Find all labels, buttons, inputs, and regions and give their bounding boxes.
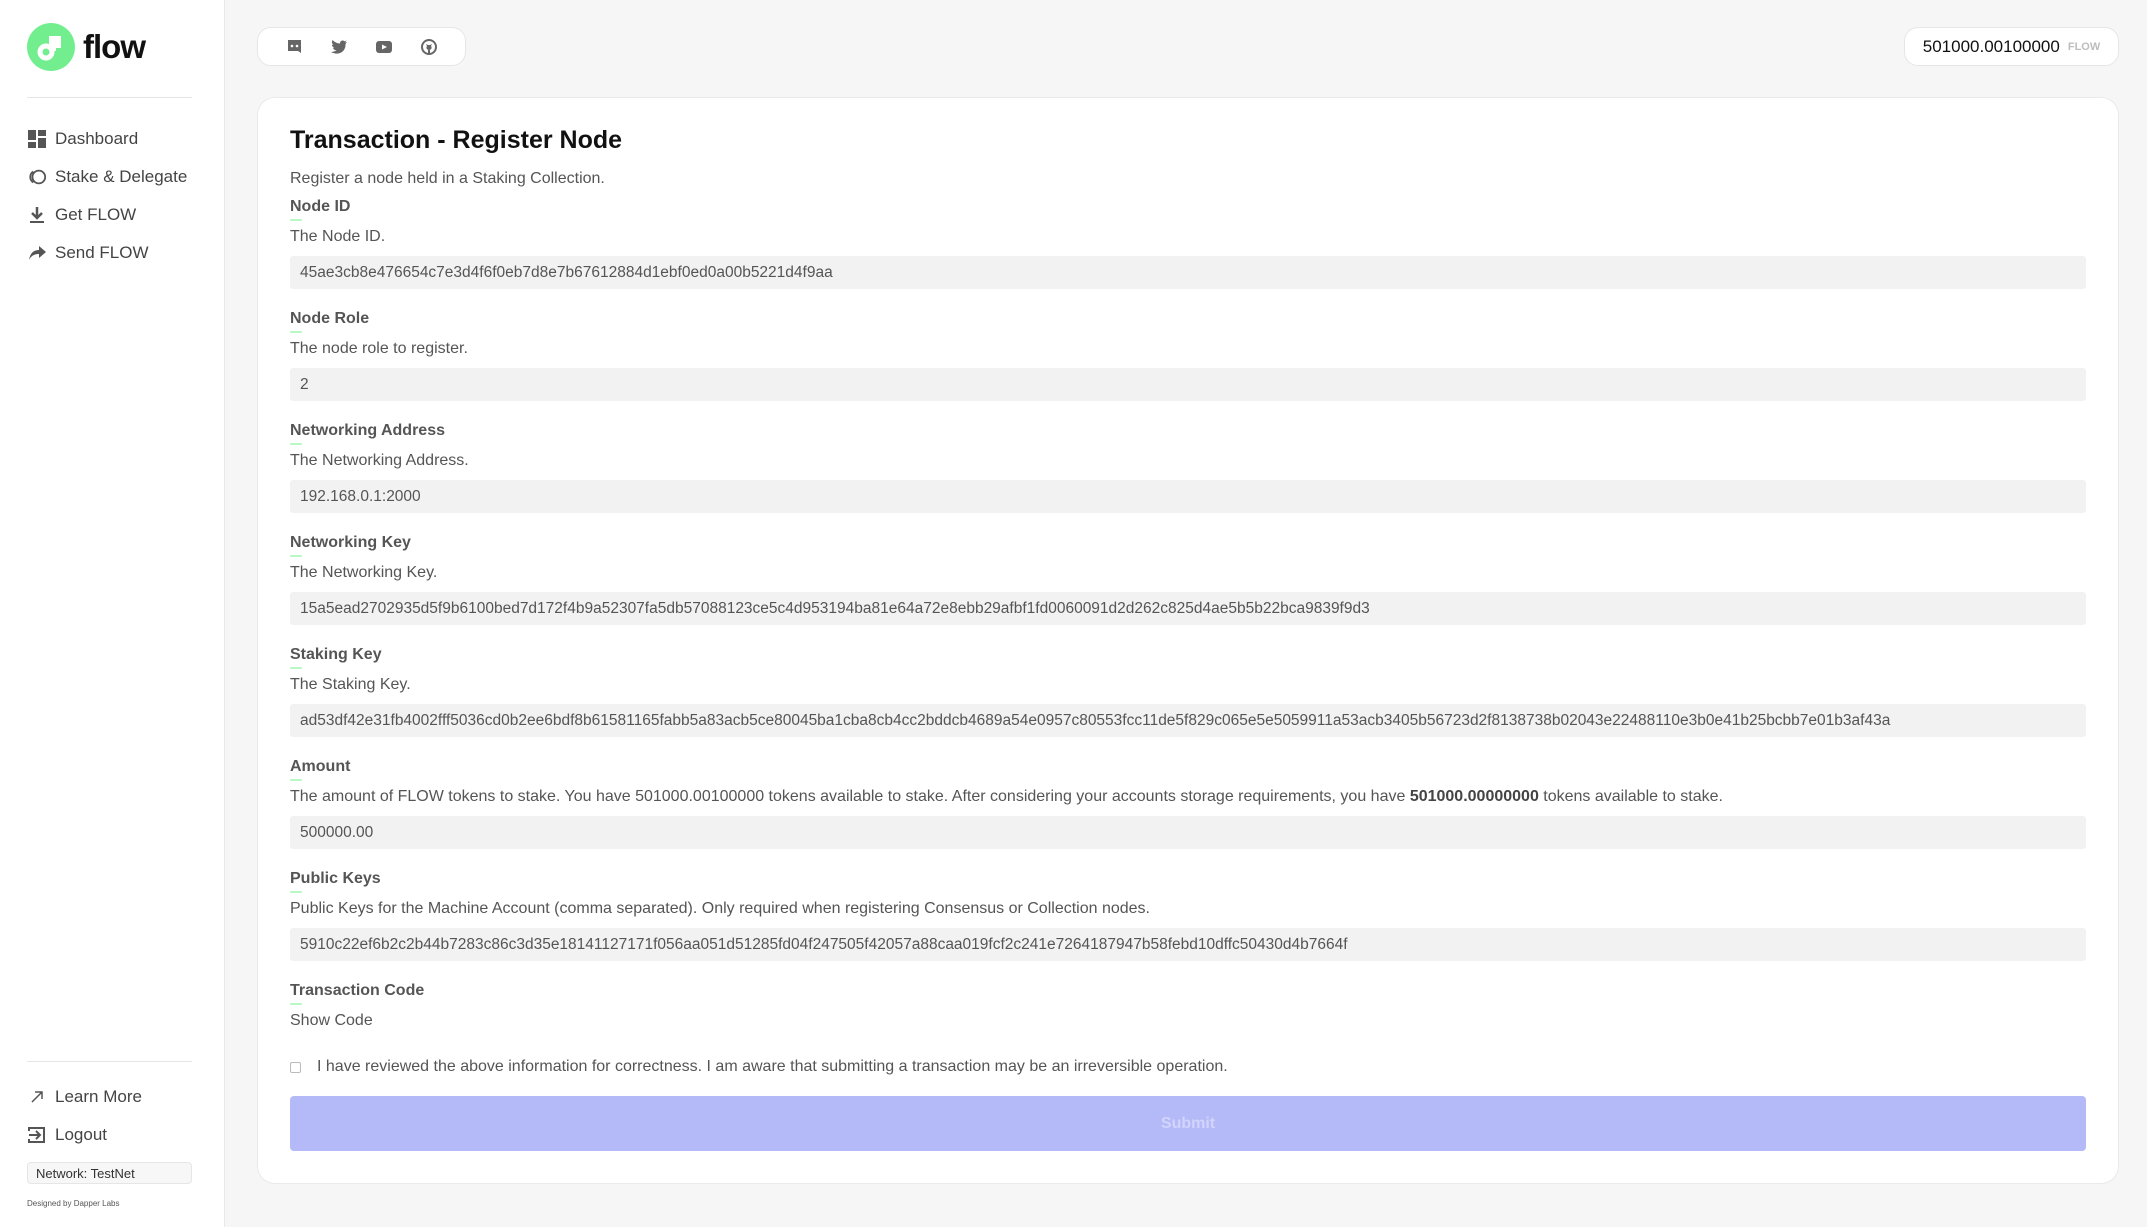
public-keys-input[interactable]: 5910c22ef6b2c2b44b7283c86c3d35e181411271… [290,928,2086,961]
node-id-input[interactable]: 45ae3cb8e476654c7e3d4f6f0eb7d8e7b6761288… [290,256,2086,289]
networking-address-input[interactable]: 192.168.0.1:2000 [290,480,2086,513]
field-label: Amount [290,758,351,781]
balance-unit: FLOW [2067,40,2101,53]
sidebar-item-label: Send FLOW [55,243,149,262]
discord-icon[interactable] [285,38,303,56]
learn-more-link[interactable]: Learn More [27,1078,142,1116]
field-description: The Node ID. [290,228,386,245]
networking-key-input[interactable]: 15a5ead2702935d5f9b6100bed7d172f4b9a5230… [290,592,2086,625]
sidebar-item-label: Dashboard [55,129,139,148]
confirm-row[interactable]: I have reviewed the above information fo… [290,1058,1228,1076]
field-public-keys: Public Keys Public Keys for the Machine … [290,870,2086,961]
show-code-toggle[interactable]: Show Code [290,1012,2086,1030]
brand-name: flow [83,28,146,65]
field-description: The Staking Key. [290,676,411,693]
field-staking-key: Staking Key The Staking Key. ad53df42e31… [290,646,2086,737]
sidebar-item-label: Logout [55,1125,107,1144]
footer-credit: Designed by Dapper Labs [27,1199,120,1208]
sidebar-divider [27,97,192,98]
available-amount: 501000.00000000 [1409,788,1539,805]
submit-button[interactable]: Submit [290,1096,2086,1151]
confirm-text: I have reviewed the above information fo… [317,1058,1228,1075]
field-transaction-code: Transaction Code Show Code [290,982,2086,1030]
field-label: Node Role [290,310,370,333]
external-arrow-icon [27,1087,47,1107]
sidebar-item-stake-delegate[interactable]: Stake & Delegate [27,158,187,196]
amount-description-text: tokens available to stake. [1538,788,1723,805]
transaction-card: Transaction - Register Node Register a n… [257,97,2119,1184]
logout-button[interactable]: Logout [27,1116,142,1154]
field-node-role: Node Role The node role to register. 2 [290,310,2086,401]
field-label: Networking Key [290,534,411,557]
stake-icon [27,167,47,187]
page-subtitle: Register a node held in a Staking Collec… [290,170,605,187]
field-amount: Amount The amount of FLOW tokens to stak… [290,758,2086,849]
field-description: The amount of FLOW tokens to stake. You … [290,788,2086,806]
sidebar-item-send-flow[interactable]: Send FLOW [27,234,187,272]
dashboard-icon [27,129,47,149]
youtube-icon[interactable] [375,38,393,56]
share-arrow-icon [27,243,47,263]
field-label: Networking Address [290,422,445,445]
network-indicator[interactable]: Network: TestNet [27,1162,192,1184]
field-label: Transaction Code [290,982,425,1005]
sidebar-item-label: Get FLOW [55,205,137,224]
field-label: Public Keys [290,870,381,893]
amount-description-text: The amount of FLOW tokens to stake. You … [290,788,1410,805]
field-description: The Networking Address. [290,452,469,469]
social-links [257,27,466,66]
github-icon[interactable] [420,38,438,56]
field-networking-address: Networking Address The Networking Addres… [290,422,2086,513]
sidebar-bottom-nav: Learn More Logout [27,1078,142,1154]
flow-logo[interactable]: flow [27,23,146,71]
balance-amount: 501000.00100000 [1922,36,2060,56]
field-node-id: Node ID The Node ID. 45ae3cb8e476654c7e3… [290,198,2086,289]
field-description: Public Keys for the Machine Account (com… [290,900,1150,917]
twitter-icon[interactable] [330,38,348,56]
balance-display: 501000.00100000 FLOW [1904,27,2119,66]
download-icon [27,205,47,225]
sidebar-item-get-flow[interactable]: Get FLOW [27,196,187,234]
sidebar-nav: Dashboard Stake & Delegate Get FLOW Send… [27,120,187,272]
confirm-checkbox[interactable] [290,1061,301,1073]
flow-logo-icon [27,23,75,71]
node-role-input[interactable]: 2 [290,368,2086,401]
sidebar-item-label: Learn More [55,1087,142,1106]
field-description: The Networking Key. [290,564,438,581]
logout-icon [27,1125,47,1145]
field-networking-key: Networking Key The Networking Key. 15a5e… [290,534,2086,625]
sidebar-item-dashboard[interactable]: Dashboard [27,120,187,158]
field-label: Staking Key [290,646,382,669]
field-label: Node ID [290,198,351,221]
page-title: Transaction - Register Node [290,126,623,154]
field-description: The node role to register. [290,340,468,357]
amount-input[interactable]: 500000.00 [290,816,2086,849]
sidebar-divider [27,1061,192,1062]
staking-key-input[interactable]: ad53df42e31fb4002fff5036cd0b2ee6bdf8b615… [290,704,2086,737]
sidebar: flow Dashboard Stake & Delegate Get FLOW [0,0,225,1227]
sidebar-item-label: Stake & Delegate [55,167,188,186]
